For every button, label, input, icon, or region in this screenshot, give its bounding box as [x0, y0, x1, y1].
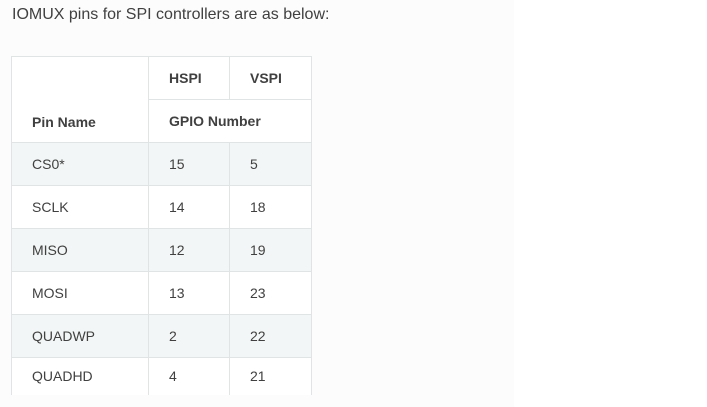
table-row: QUADHD 4 21	[11, 357, 312, 395]
table-header: Pin Name HSPI VSPI GPIO Number	[11, 56, 312, 143]
vspi-cell: 22	[229, 314, 312, 358]
hspi-cell: 14	[148, 185, 230, 229]
table-row: QUADWP 2 22	[11, 314, 312, 358]
header-vspi: VSPI	[229, 56, 312, 100]
spi-pin-table: Pin Name HSPI VSPI GPIO Number CS0* 15 5…	[11, 56, 312, 395]
hspi-cell: 15	[148, 142, 230, 186]
table-row: SCLK 14 18	[11, 185, 312, 229]
hspi-cell: 4	[148, 357, 230, 395]
table-body: CS0* 15 5 SCLK 14 18 MISO 12 19 MOSI 13 …	[11, 142, 312, 395]
header-gpio-number: GPIO Number	[148, 99, 312, 143]
content-panel: IOMUX pins for SPI controllers are as be…	[0, 0, 514, 407]
header-hspi: HSPI	[148, 56, 230, 100]
vspi-cell: 19	[229, 228, 312, 272]
pin-cell: SCLK	[11, 185, 149, 229]
pin-cell: CS0*	[11, 142, 149, 186]
table-row: MOSI 13 23	[11, 271, 312, 315]
pin-cell: QUADWP	[11, 314, 149, 358]
header-pin-name: Pin Name	[11, 56, 149, 143]
vspi-cell: 5	[229, 142, 312, 186]
hspi-cell: 2	[148, 314, 230, 358]
hspi-cell: 12	[148, 228, 230, 272]
pin-cell: MOSI	[11, 271, 149, 315]
vspi-cell: 18	[229, 185, 312, 229]
hspi-cell: 13	[148, 271, 230, 315]
intro-paragraph: IOMUX pins for SPI controllers are as be…	[12, 6, 330, 23]
table-row: CS0* 15 5	[11, 142, 312, 186]
pin-cell: QUADHD	[11, 357, 149, 395]
table-row: MISO 12 19	[11, 228, 312, 272]
pin-cell: MISO	[11, 228, 149, 272]
vspi-cell: 21	[229, 357, 312, 395]
vspi-cell: 23	[229, 271, 312, 315]
header-row-top: Pin Name HSPI VSPI	[11, 56, 312, 143]
